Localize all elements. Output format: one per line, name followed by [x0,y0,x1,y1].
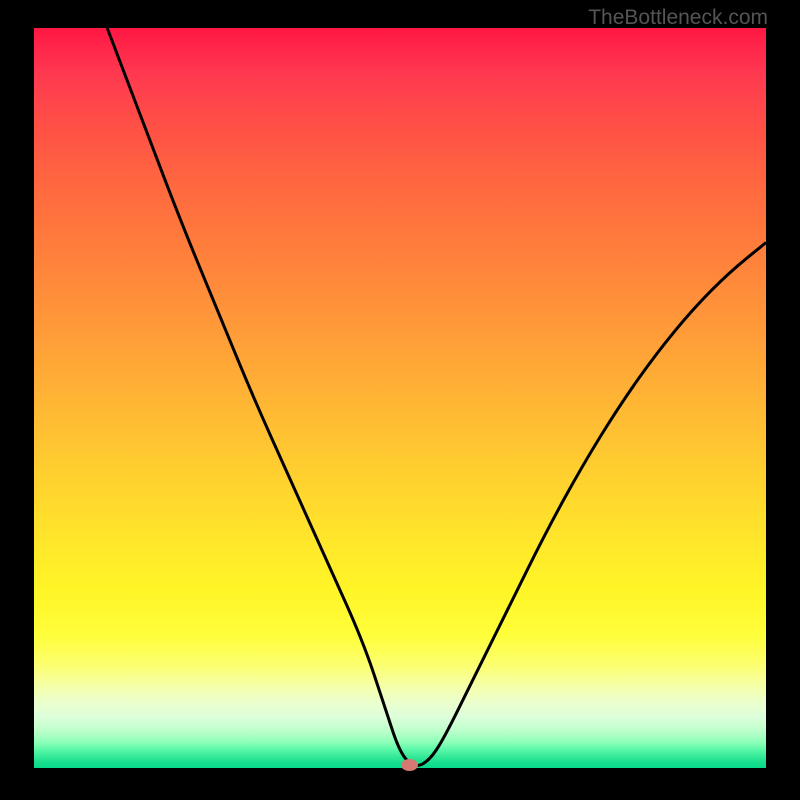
chart-plot-area [34,28,766,768]
minimum-point-marker [401,759,418,771]
watermark-text: TheBottleneck.com [588,6,768,30]
bottleneck-curve [34,28,766,768]
